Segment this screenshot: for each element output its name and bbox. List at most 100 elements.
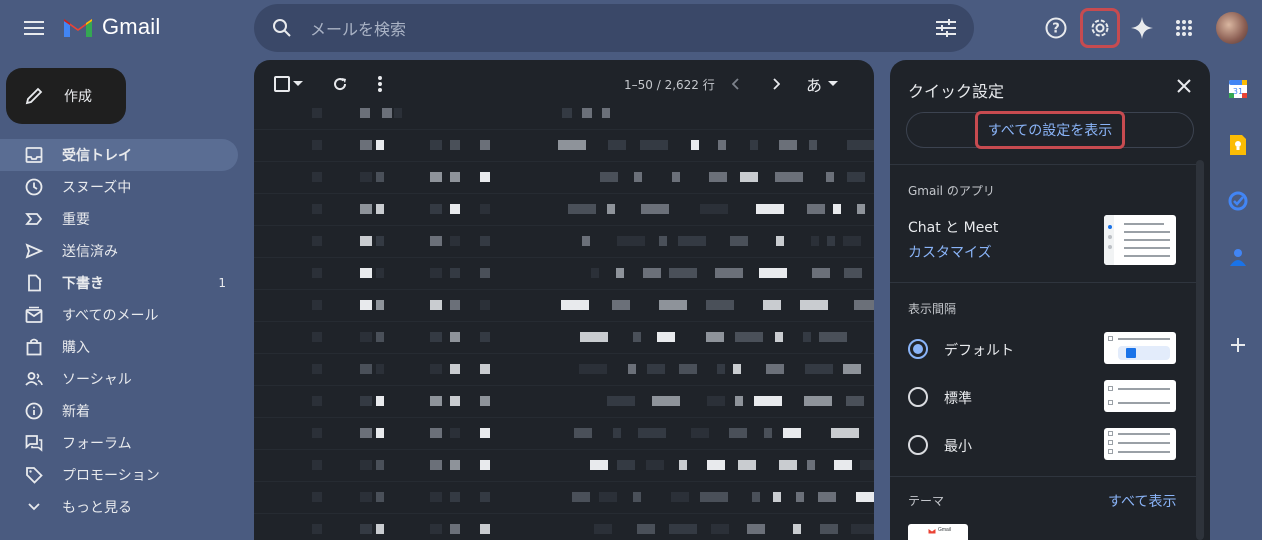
- redacted-text: [643, 268, 661, 278]
- mail-row[interactable]: [254, 258, 874, 290]
- redacted-text: [747, 524, 765, 534]
- redacted-text: [591, 268, 599, 278]
- account-avatar[interactable]: [1216, 12, 1248, 44]
- apps-button[interactable]: [1164, 8, 1204, 48]
- search-button[interactable]: [254, 4, 310, 52]
- sidebar-item-purchases[interactable]: 購入: [0, 331, 238, 363]
- customize-link[interactable]: カスタマイズ: [908, 242, 992, 262]
- redacted-text: [376, 236, 384, 246]
- redacted-text: [430, 524, 442, 534]
- row-checkbox[interactable]: [312, 140, 322, 150]
- search-bar[interactable]: メールを検索: [254, 4, 974, 52]
- mail-row[interactable]: [254, 290, 874, 322]
- main-menu-button[interactable]: [14, 8, 54, 48]
- theme-thumbnail[interactable]: Gmail: [908, 524, 968, 540]
- sidebar-item-updates[interactable]: 新着: [0, 395, 238, 427]
- row-checkbox[interactable]: [312, 236, 322, 246]
- redacted-text: [450, 300, 460, 310]
- add-addon-button[interactable]: [1226, 333, 1250, 357]
- row-checkbox[interactable]: [312, 492, 322, 502]
- row-checkbox[interactable]: [312, 300, 322, 310]
- compose-button[interactable]: 作成: [6, 68, 126, 124]
- density-compact-radio[interactable]: [908, 435, 928, 455]
- row-checkbox[interactable]: [312, 268, 322, 278]
- search-input[interactable]: メールを検索: [310, 16, 918, 40]
- redacted-text: [480, 524, 490, 534]
- calendar-icon: 31: [1229, 80, 1247, 98]
- sidebar-item-drafts[interactable]: 下書き 1: [0, 267, 238, 299]
- sidebar-item-label: 受信トレイ: [62, 148, 132, 164]
- row-checkbox[interactable]: [312, 428, 322, 438]
- density-default-thumbnail: [1104, 332, 1176, 364]
- redacted-text: [450, 204, 460, 214]
- redacted-text: [735, 396, 743, 406]
- input-tools-button[interactable]: あ: [802, 72, 842, 96]
- row-checkbox[interactable]: [312, 108, 322, 118]
- row-checkbox[interactable]: [312, 172, 322, 182]
- refresh-button[interactable]: [328, 72, 352, 96]
- sidebar-item-snoozed[interactable]: スヌーズ中: [0, 171, 238, 203]
- mail-row[interactable]: [254, 418, 874, 450]
- redacted-text: [450, 236, 460, 246]
- select-menu-button[interactable]: [290, 72, 306, 96]
- density-comfortable-thumbnail: [1104, 380, 1176, 412]
- row-checkbox[interactable]: [312, 204, 322, 214]
- search-options-button[interactable]: [918, 4, 974, 52]
- sidebar-item-social[interactable]: ソーシャル: [0, 363, 238, 395]
- keep-app-button[interactable]: [1226, 133, 1250, 157]
- redacted-text: [659, 300, 687, 310]
- tasks-app-button[interactable]: [1226, 189, 1250, 213]
- newer-button[interactable]: [724, 72, 748, 96]
- mail-row[interactable]: [254, 482, 874, 514]
- redacted-text: [679, 364, 697, 374]
- density-comfortable-radio[interactable]: [908, 387, 928, 407]
- sidebar-item-forums[interactable]: フォーラム: [0, 427, 238, 459]
- mail-row[interactable]: [254, 130, 874, 162]
- row-checkbox[interactable]: [312, 396, 322, 406]
- redacted-text: [480, 492, 490, 502]
- quick-settings-scrollbar[interactable]: [1196, 160, 1204, 540]
- redacted-text: [608, 140, 626, 150]
- older-button[interactable]: [764, 72, 788, 96]
- gemini-button[interactable]: [1122, 8, 1162, 48]
- mail-row[interactable]: [254, 162, 874, 194]
- redacted-text: [857, 204, 865, 214]
- sidebar-item-promotions[interactable]: プロモーション: [0, 459, 238, 491]
- calendar-app-button[interactable]: 31: [1226, 77, 1250, 101]
- more-options-button[interactable]: [368, 72, 392, 96]
- chat-meet-thumbnail: [1104, 215, 1176, 265]
- row-checkbox[interactable]: [312, 460, 322, 470]
- row-checkbox[interactable]: [312, 524, 322, 534]
- send-icon: [24, 241, 44, 261]
- help-button[interactable]: ?: [1036, 8, 1076, 48]
- mail-row[interactable]: [254, 514, 874, 540]
- redacted-text: [803, 332, 811, 342]
- redacted-text: [779, 460, 797, 470]
- mail-row[interactable]: [254, 386, 874, 418]
- redacted-text: [376, 364, 384, 374]
- close-button[interactable]: [1172, 74, 1196, 98]
- row-checkbox[interactable]: [312, 332, 322, 342]
- sidebar-item-all-mail[interactable]: すべてのメール: [0, 299, 238, 331]
- sidebar-item-important[interactable]: 重要: [0, 203, 238, 235]
- sidebar-item-sent[interactable]: 送信済み: [0, 235, 238, 267]
- mail-row[interactable]: [254, 450, 874, 482]
- mail-row[interactable]: [254, 98, 874, 130]
- mail-row[interactable]: [254, 354, 874, 386]
- theme-show-all-link[interactable]: すべて表示: [1108, 491, 1176, 511]
- redacted-text: [847, 172, 865, 182]
- redacted-text: [707, 460, 725, 470]
- sidebar-item-inbox[interactable]: 受信トレイ: [0, 139, 238, 171]
- redacted-text: [450, 268, 460, 278]
- density-default-radio[interactable]: [908, 339, 928, 359]
- row-checkbox[interactable]: [312, 364, 322, 374]
- mail-row[interactable]: [254, 194, 874, 226]
- see-all-settings-highlight: [975, 111, 1125, 149]
- gmail-logo[interactable]: Gmail: [62, 14, 160, 40]
- sidebar-item-label: 購入: [62, 340, 90, 356]
- mail-row[interactable]: [254, 322, 874, 354]
- sidebar-item-more[interactable]: もっと見る: [0, 491, 238, 523]
- mail-row[interactable]: [254, 226, 874, 258]
- redacted-text: [376, 332, 384, 342]
- contacts-app-button[interactable]: [1226, 245, 1250, 269]
